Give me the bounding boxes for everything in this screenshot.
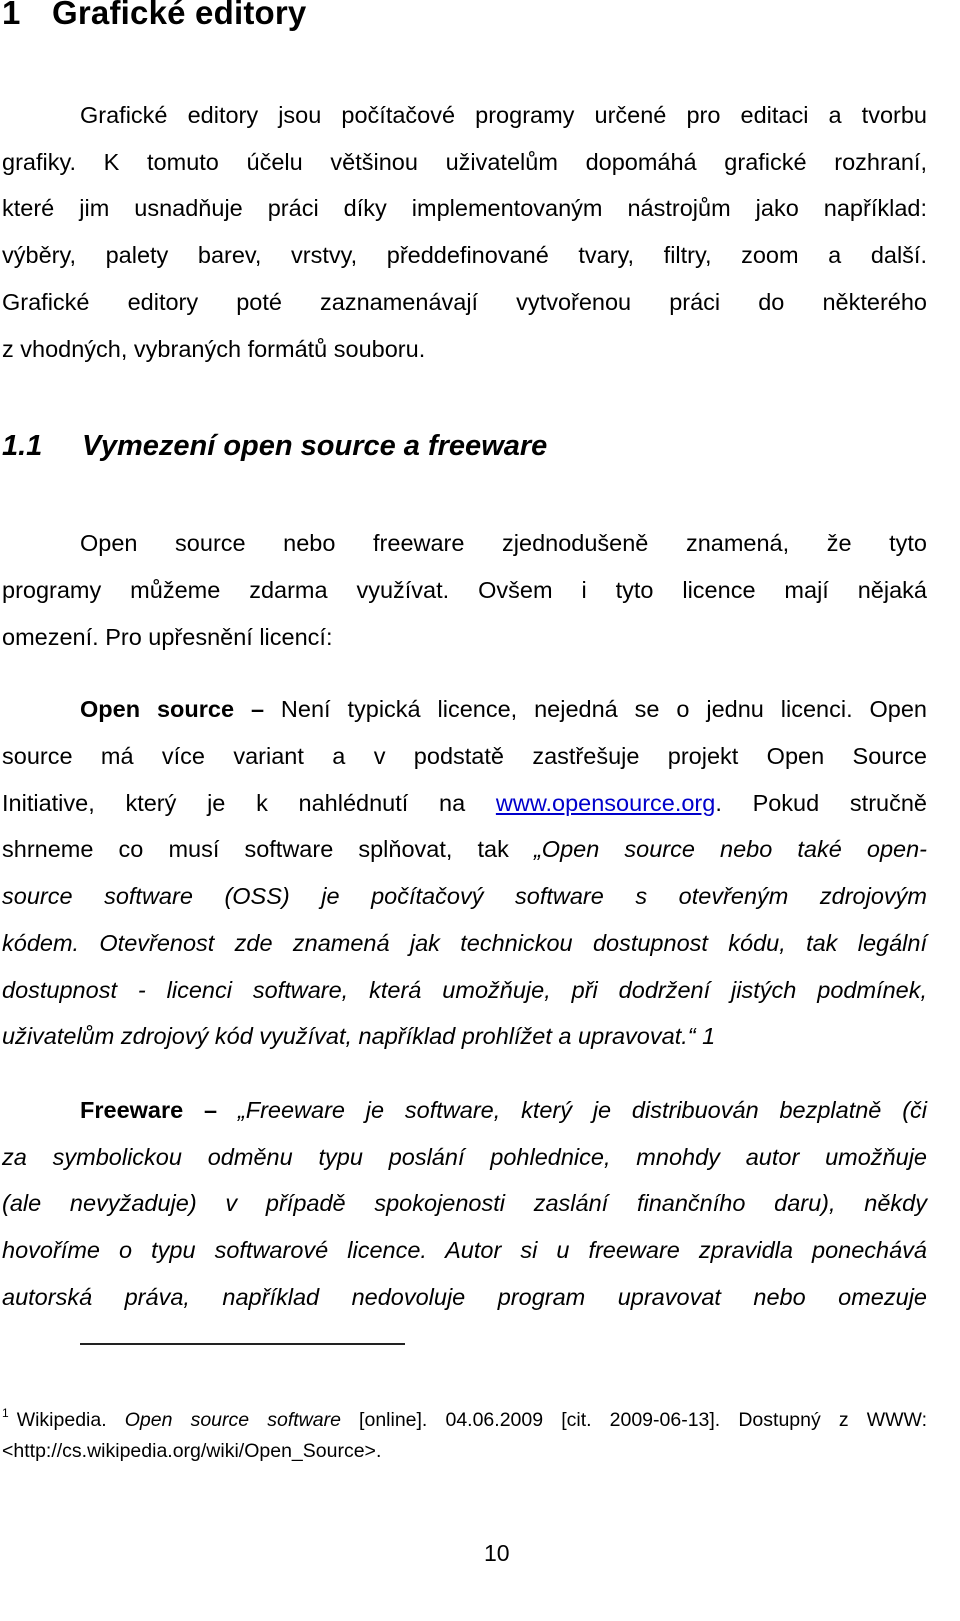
quote-span: „Freeware je software, který je distribu… — [217, 1097, 927, 1123]
footnote-title: Open source software — [124, 1409, 341, 1431]
footnote-url: <http://cs.wikipedia.org/wiki/Open_Sourc… — [2, 1440, 382, 1462]
footnote-separator — [80, 1343, 405, 1345]
paragraph-line: source software (OSS) je počítačový soft… — [2, 883, 927, 909]
paragraph-line: shrneme co musí software splňovat, tak „… — [2, 834, 927, 864]
page-number: 10 — [484, 1540, 510, 1566]
paragraph-line: Freeware – „Freeware je software, který … — [2, 1095, 927, 1125]
paragraph-line: z vhodných, vybraných formátů souboru. — [2, 336, 426, 362]
paragraph-line: grafiky. K tomuto účelu většinou uživate… — [2, 149, 927, 175]
paragraph-line: za symbolickou odměnu typu poslání pohle… — [2, 1144, 927, 1170]
section-heading: 1.1 Vymezení open source a freeware — [2, 430, 547, 463]
chapter-number: 1 — [2, 0, 21, 31]
quote-span: „Open source nebo také open- — [533, 836, 927, 862]
paragraph-line: kódem. Otevřenost zde znamená jak techni… — [2, 930, 927, 956]
paragraph-line: (ale nevyžaduje) v případě spokojenosti … — [2, 1190, 927, 1216]
paragraph-line: které jim usnadňuje práci díky implement… — [2, 195, 927, 221]
section-number: 1.1 — [2, 430, 43, 462]
paragraph-line: Grafické editory jsou počítačové program… — [80, 102, 927, 128]
paragraph-line: autorská práva, například nedovoluje pro… — [2, 1284, 927, 1310]
paragraph-line: Initiative, který je k nahlédnutí na www… — [2, 788, 927, 818]
paragraph-line: Open source nebo freeware zjednodušeně z… — [80, 530, 927, 556]
paragraph-line: hovoříme o typu softwarové licence. Auto… — [2, 1237, 927, 1263]
chapter-heading: 1 Grafické editory — [2, 0, 306, 32]
text-span: [online]. 04.06.2009 [cit. 2009-06-13]. … — [340, 1409, 927, 1431]
term-freeware: Freeware – — [80, 1097, 218, 1123]
paragraph-line: source má více variant a v podstatě zast… — [2, 743, 927, 769]
paragraph-line: omezení. Pro upřesnění licencí: — [2, 624, 333, 650]
paragraph-line: Open source – Není typická licence, neje… — [2, 694, 927, 724]
chapter-title: Grafické editory — [52, 0, 307, 31]
footnote-marker: 1 — [2, 1406, 9, 1420]
footnote-line: 1 Wikipedia. Open source software [online… — [2, 1400, 927, 1433]
text-span: Není typická licence, nejedná se o jednu… — [264, 696, 927, 722]
term-open-source: Open source – — [80, 696, 265, 722]
text-span: Wikipedia. — [16, 1409, 125, 1431]
paragraph-line: uživatelům zdrojový kód využívat, napřík… — [2, 1023, 716, 1049]
paragraph-line: Grafické editory poté zaznamenávají vytv… — [2, 289, 927, 315]
text-span: . Pokud stručně — [715, 790, 927, 816]
paragraph-line: dostupnost - licenci software, která umo… — [2, 977, 927, 1003]
paragraph-line: výběry, palety barev, vrstvy, předdefino… — [2, 242, 927, 268]
opensource-link[interactable]: www.opensource.org — [496, 790, 715, 816]
section-title: Vymezení open source a freeware — [82, 430, 548, 462]
text-span: shrneme co musí software splňovat, tak — [2, 836, 534, 862]
text-span: Initiative, který je k nahlédnutí na — [2, 790, 496, 816]
paragraph-line: programy můžeme zdarma využívat. Ovšem i… — [2, 577, 927, 603]
